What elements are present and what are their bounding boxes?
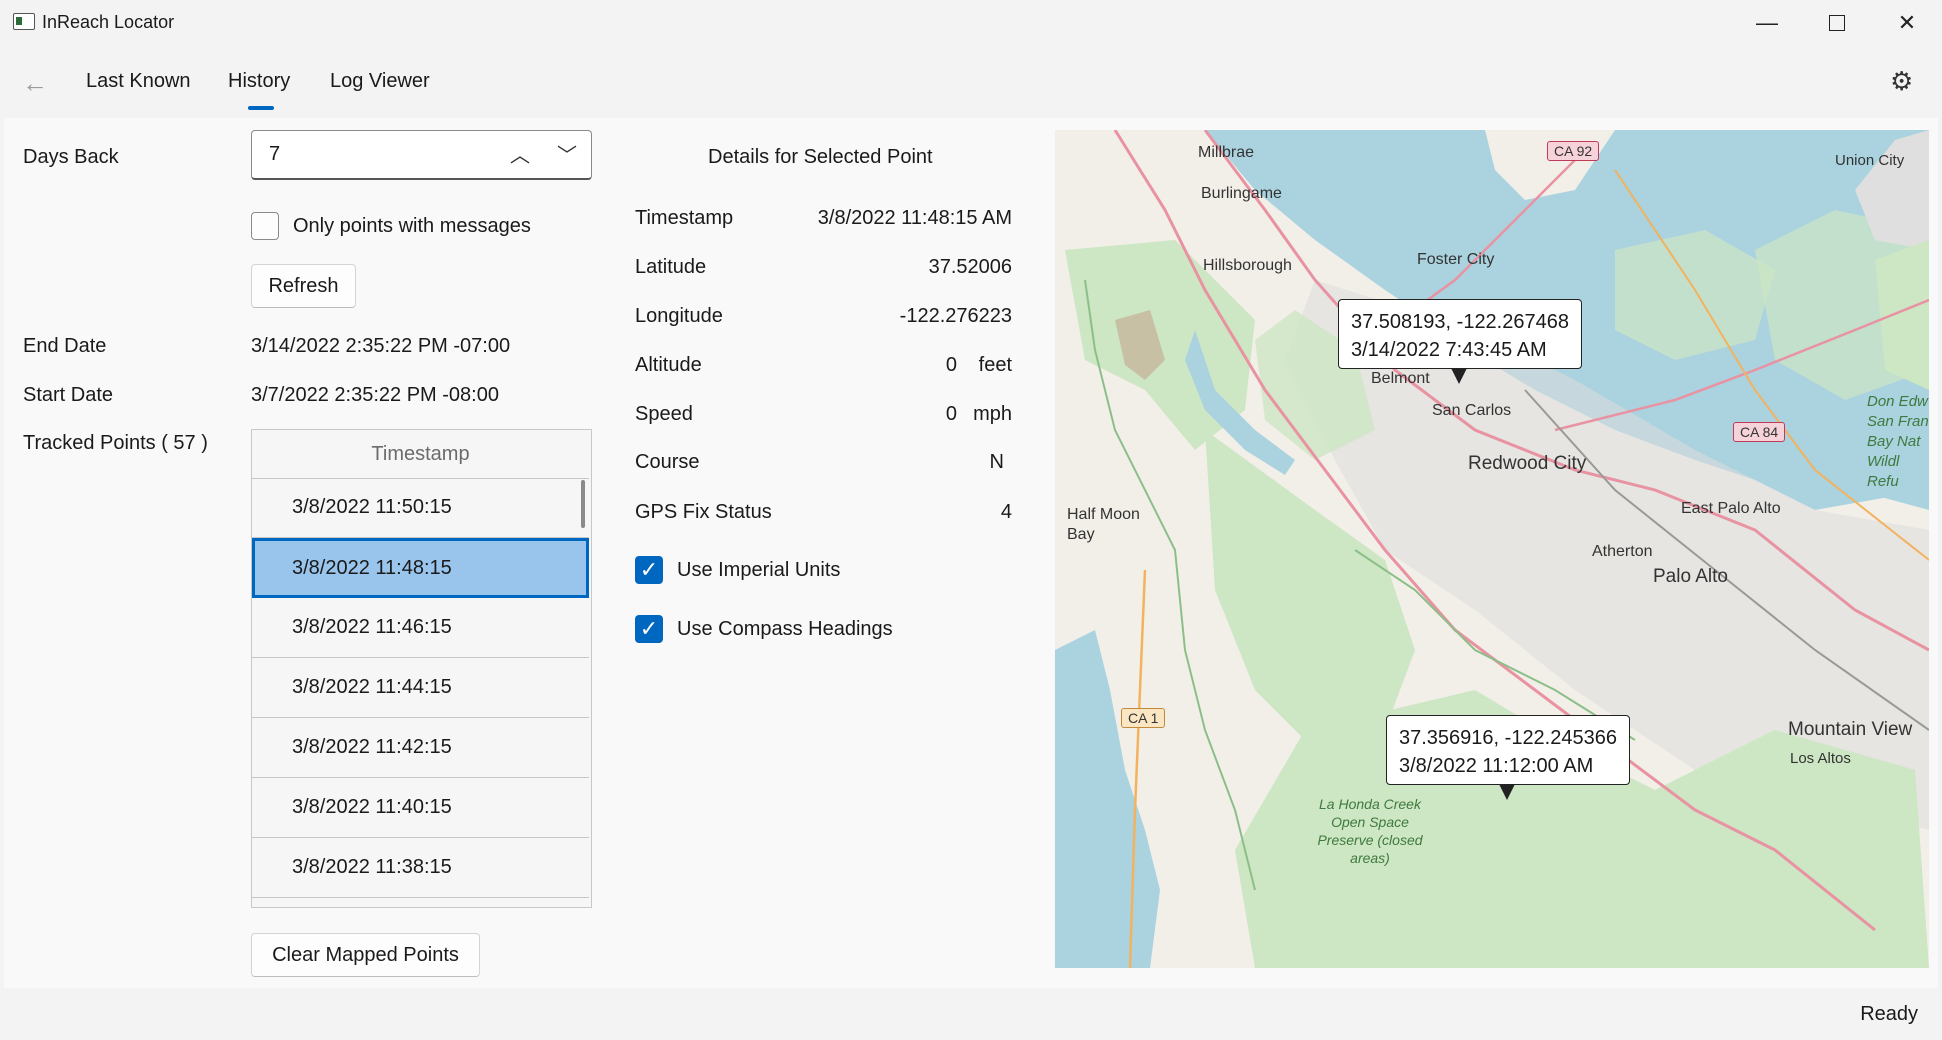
tab-log-viewer[interactable]: Log Viewer [330,70,430,93]
altitude-value: 0 [945,354,957,376]
map-view[interactable]: Millbrae Burlingame Hillsborough Foster … [1055,130,1929,968]
list-item-selected[interactable]: 3/8/2022 11:48:15 [252,538,589,598]
checkmark-icon: ✓ [639,616,659,641]
minimize-button[interactable]: — [1732,0,1802,46]
imperial-units-label: Use Imperial Units [677,559,841,581]
course-label: Course [635,451,700,473]
imperial-units-checkbox[interactable]: ✓ [635,556,663,584]
close-icon: ✕ [1897,10,1917,35]
nav-bar: ← Last Known History Log Viewer [0,46,1942,118]
start-date-label: Start Date [23,384,114,406]
map-place-label: East Palo Alto [1681,500,1781,517]
map-callout[interactable]: 37.356916, -122.245366 3/8/2022 11:12:00… [1386,715,1630,785]
back-arrow-icon[interactable]: ← [22,68,48,99]
maximize-button[interactable] [1802,0,1872,46]
compass-headings-checkbox[interactable]: ✓ [635,615,663,643]
map-preserve-label: La Honda Creek Open Space Preserve (clos… [1317,796,1423,866]
course-value: N [989,451,1004,473]
chevron-down-icon[interactable]: ﹀ [552,139,582,168]
callout-pointer [1499,784,1515,800]
tracked-points-list[interactable]: Timestamp 3/8/2022 11:50:15 3/8/2022 11:… [251,429,592,908]
timestamp-label: Timestamp [635,207,734,229]
list-header-timestamp[interactable]: Timestamp [252,430,589,479]
callout-time: 3/14/2022 7:43:45 AM [1351,339,1547,361]
map-refuge-label: Don Edw San Fran Bay Nat Wildl Refu [1867,393,1929,490]
active-tab-indicator [248,106,274,110]
gps-fix-value: 4 [1000,501,1012,523]
map-place-label: Foster City [1417,251,1495,268]
title-bar: InReach Locator — ✕ [0,0,1942,46]
altitude-unit: feet [978,354,1012,376]
window-title: InReach Locator [42,12,175,32]
map-place-label: Mountain View [1788,719,1913,740]
close-button[interactable]: ✕ [1872,0,1942,46]
list-item[interactable]: 3/8/2022 11:46:15 [252,598,589,658]
map-place-label: Belmont [1371,370,1430,387]
latitude-label: Latitude [635,256,707,278]
maximize-icon [1829,15,1845,31]
days-back-stepper[interactable]: 7 ︿ ﹀ [251,130,592,180]
map-place-label: Palo Alto [1653,566,1728,587]
callout-pointer [1451,368,1467,384]
map-place-label: Los Altos [1790,750,1851,767]
callout-coords: 37.508193, -122.267468 [1351,311,1569,333]
speed-label: Speed [635,403,693,425]
list-item[interactable]: 3/8/2022 11:42:15 [252,718,589,778]
map-route-shield: CA 92 [1547,141,1600,161]
map-place-label: Half Moon Bay [1067,506,1140,543]
timestamp-value: 3/8/2022 11:48:15 AM [817,207,1012,229]
map-place-label: Millbrae [1198,144,1255,161]
end-date-label: End Date [23,335,107,357]
list-item[interactable]: 3/8/2022 11:50:15 [252,478,589,538]
minimize-icon: — [1756,10,1778,35]
map-place-label: Atherton [1592,543,1653,560]
map-callout[interactable]: 37.508193, -122.267468 3/14/2022 7:43:45… [1338,299,1582,369]
status-bar [0,988,1942,1040]
map-place-label: San Carlos [1432,402,1512,419]
callout-coords: 37.356916, -122.245366 [1399,727,1617,749]
days-back-label: Days Back [23,146,119,168]
callout-time: 3/8/2022 11:12:00 AM [1399,755,1594,777]
longitude-label: Longitude [635,305,723,327]
longitude-value: -122.276223 [899,305,1012,327]
speed-unit: mph [973,403,1012,425]
gear-icon[interactable]: ⚙ [1890,66,1913,97]
list-scrollbar[interactable] [581,480,585,528]
details-title: Details for Selected Point [708,146,933,168]
days-back-value: 7 [269,143,281,165]
tracked-points-label: Tracked Points ( 57 ) [23,432,208,454]
start-date-value: 3/7/2022 2:35:22 PM -08:00 [251,384,499,406]
speed-value: 0 [945,403,957,425]
map-place-label: Burlingame [1201,185,1282,202]
tab-history[interactable]: History [228,70,290,93]
altitude-label: Altitude [635,354,702,376]
end-date-value: 3/14/2022 2:35:22 PM -07:00 [251,335,511,357]
map-place-label: Redwood City [1468,453,1587,474]
chevron-up-icon[interactable]: ︿ [505,139,535,168]
list-item[interactable]: 3/8/2022 11:44:15 [252,658,589,718]
list-item[interactable]: 3/8/2022 11:40:15 [252,778,589,838]
latitude-value: 37.52006 [928,256,1012,278]
app-icon [13,13,35,30]
gps-fix-label: GPS Fix Status [635,501,772,523]
map-route-shield: CA 1 [1121,708,1166,728]
tab-last-known[interactable]: Last Known [86,70,191,93]
compass-headings-label: Use Compass Headings [677,618,893,640]
refresh-button[interactable]: Refresh [251,264,356,308]
list-item[interactable]: 3/8/2022 11:38:15 [252,838,589,898]
status-text: Ready [1860,1003,1918,1025]
map-place-label: Hillsborough [1203,257,1292,274]
map-place-label: Union City [1835,152,1905,169]
only-messages-label: Only points with messages [293,215,531,237]
clear-mapped-points-button[interactable]: Clear Mapped Points [251,933,480,977]
only-messages-checkbox[interactable] [251,212,279,240]
checkmark-icon: ✓ [639,557,659,582]
map-route-shield: CA 84 [1733,422,1786,442]
